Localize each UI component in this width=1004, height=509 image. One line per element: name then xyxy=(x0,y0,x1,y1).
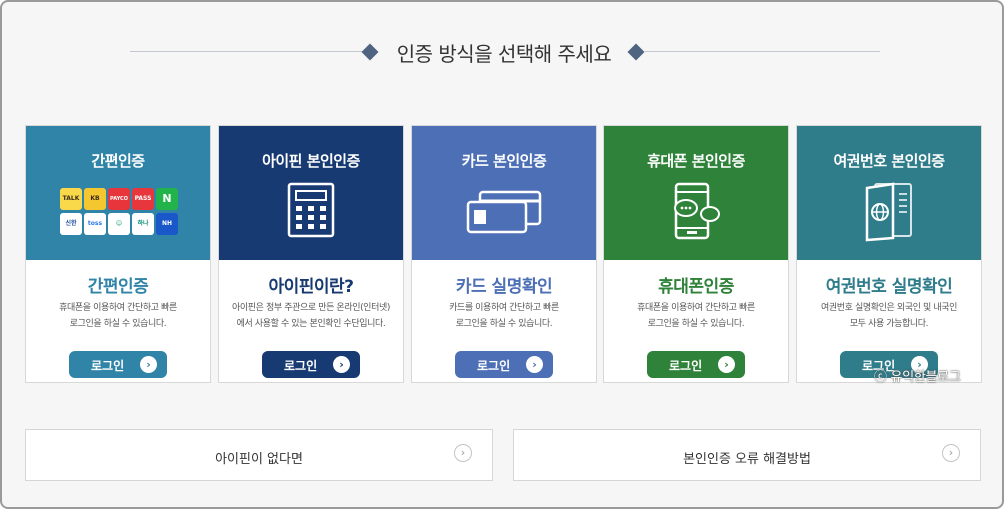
nh-bank-icon: NH xyxy=(156,213,178,235)
passport-icon xyxy=(863,182,915,246)
card-subtitle: 여권번호 실명확인 xyxy=(825,277,953,297)
toss-icon: toss xyxy=(84,213,106,235)
desc-line: 로그인을 하실 수 있습니다. xyxy=(455,319,553,329)
card-header: 아이핀 본인인증 xyxy=(219,126,403,260)
auth-selection-panel: 인증 방식을 선택해 주세요 간편인증 TALK KB PAYCO PASS N… xyxy=(0,0,1004,509)
simple-auth-login-button[interactable]: 로그인 › xyxy=(69,351,167,378)
card-title: 아이핀 본인인증 xyxy=(262,152,360,170)
desc-line: 로그인을 하실 수 있습니다. xyxy=(647,319,745,329)
desc-line: 로그인을 하실 수 있습니다. xyxy=(69,319,167,329)
card-description: 휴대폰을 이용하여 간단하고 빠른 로그인을 하실 수 있습니다. xyxy=(34,300,202,332)
desc-line: 휴대폰을 이용하여 간단하고 빠른 xyxy=(59,303,177,313)
button-label: 로그인 xyxy=(669,359,703,373)
credit-card-icon xyxy=(466,190,542,238)
card-login-button[interactable]: 로그인 › xyxy=(455,351,553,378)
chevron-right-icon: › xyxy=(526,356,543,373)
button-label: 로그인 xyxy=(477,359,511,373)
card-description: 아이핀은 정부 주관으로 만든 온라인(인터넷) 에서 사용할 수 있는 본인확… xyxy=(227,300,395,332)
diamond-icon xyxy=(361,43,379,61)
chevron-right-icon: › xyxy=(718,356,735,373)
desc-line: 여권번호 실명확인은 외국인 및 내국인 xyxy=(821,303,957,313)
desc-line: 휴대폰을 이용하여 간단하고 빠른 xyxy=(637,303,755,313)
card-description: 카드를 이용하여 간단하고 빠른 로그인을 하실 수 있습니다. xyxy=(420,300,588,332)
blog-watermark: ⓒ 유익한블로그 xyxy=(874,370,961,385)
card-header: 휴대폰 본인인증 xyxy=(604,126,788,260)
card-title: 간편인증 xyxy=(91,152,145,170)
card-title: 여권번호 본인인증 xyxy=(833,152,945,170)
section-header: 인증 방식을 선택해 주세요 xyxy=(2,36,1002,68)
shinhan-bank-icon: 신한 xyxy=(60,213,82,235)
ipin-auth-card[interactable]: 아이핀 본인인증 아이핀이란? 아이핀은 정부 주관으로 만든 온라인(인터넷)… xyxy=(218,125,404,383)
calculator-icon xyxy=(287,182,335,242)
card-auth-card[interactable]: 카드 본인인증 카드 실명확인 카드를 이용하여 간단하고 빠른 로그인을 하실… xyxy=(411,125,597,383)
simple-auth-card[interactable]: 간편인증 TALK KB PAYCO PASS N 신한 toss ☺ 하나 N… xyxy=(25,125,211,383)
auth-error-help-link[interactable]: 본인인증 오류 해결방법 › xyxy=(513,429,981,481)
mobile-phone-icon xyxy=(670,182,722,244)
card-subtitle: 휴대폰인증 xyxy=(658,277,734,297)
card-description: 여권번호 실명확인은 외국인 및 내국인 모두 사용 가능합니다. xyxy=(805,300,973,332)
link-label: 본인인증 오류 해결방법 xyxy=(683,452,811,467)
button-label: 로그인 xyxy=(284,359,318,373)
hana-bank-icon: 하나 xyxy=(132,213,154,235)
header-divider-left xyxy=(130,51,362,52)
pass-icon: PASS xyxy=(132,188,154,210)
card-subtitle: 아이핀이란? xyxy=(268,277,354,297)
chevron-right-icon: › xyxy=(333,356,350,373)
card-description: 휴대폰을 이용하여 간단하고 빠른 로그인을 하실 수 있습니다. xyxy=(612,300,780,332)
chevron-right-icon: › xyxy=(942,444,960,462)
kakao-talk-icon: TALK xyxy=(60,188,82,210)
desc-line: 에서 사용할 수 있는 본인확인 수단입니다. xyxy=(236,319,386,329)
no-ipin-link[interactable]: 아이핀이 없다면 › xyxy=(25,429,493,481)
header-divider-right xyxy=(645,51,880,52)
diamond-icon xyxy=(627,43,645,61)
card-subtitle: 간편인증 xyxy=(87,277,149,297)
card-header: 카드 본인인증 xyxy=(412,126,596,260)
card-header: 간편인증 TALK KB PAYCO PASS N 신한 toss ☺ 하나 N… xyxy=(26,126,210,260)
card-subtitle: 카드 실명확인 xyxy=(455,277,553,297)
naver-icon: N xyxy=(156,188,178,210)
chevron-right-icon: › xyxy=(454,444,472,462)
desc-line: 아이핀은 정부 주관으로 만든 온라인(인터넷) xyxy=(232,303,390,313)
button-label: 로그인 xyxy=(91,359,125,373)
passport-auth-card[interactable]: 여권번호 본인인증 여권번호 실명확인 여권번호 실명확인은 외국인 및 내국인… xyxy=(796,125,982,383)
phone-login-button[interactable]: 로그인 › xyxy=(647,351,745,378)
desc-line: 모두 사용 가능합니다. xyxy=(849,319,929,329)
kakao-icon: ☺ xyxy=(108,213,130,235)
phone-auth-card[interactable]: 휴대폰 본인인증 휴대폰인증 휴대폰을 이용하여 간단하고 빠른 로그인을 하실… xyxy=(603,125,789,383)
card-header: 여권번호 본인인증 xyxy=(797,126,981,260)
simple-auth-app-icons: TALK KB PAYCO PASS N 신한 toss ☺ 하나 NH xyxy=(58,182,178,235)
page-title: 인증 방식을 선택해 주세요 xyxy=(396,42,612,66)
chevron-right-icon: › xyxy=(140,356,157,373)
kb-bank-icon: KB xyxy=(84,188,106,210)
card-title: 휴대폰 본인인증 xyxy=(647,152,745,170)
link-label: 아이핀이 없다면 xyxy=(215,452,303,467)
card-title: 카드 본인인증 xyxy=(461,152,547,170)
payco-icon: PAYCO xyxy=(108,188,130,210)
ipin-login-button[interactable]: 로그인 › xyxy=(262,351,360,378)
desc-line: 카드를 이용하여 간단하고 빠른 xyxy=(449,303,559,313)
